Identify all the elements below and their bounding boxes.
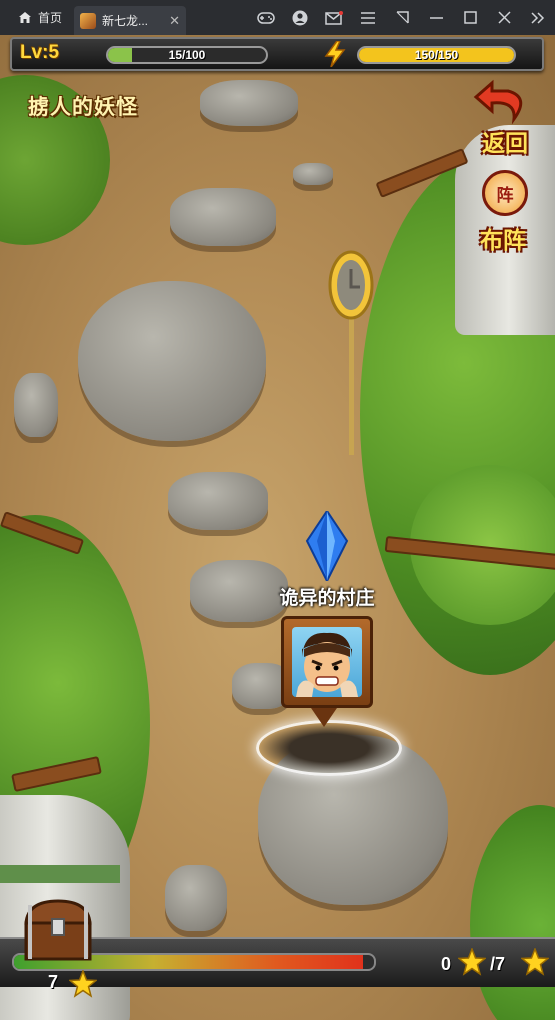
tab-home-label: 首页: [38, 11, 63, 25]
return-label: 返回: [482, 130, 528, 156]
stepping-stone: [168, 472, 268, 530]
tab-home[interactable]: 首页: [0, 0, 74, 35]
stepping-stone: [200, 80, 298, 126]
hero-avatar: [292, 627, 362, 697]
stepping-stone: [293, 163, 333, 185]
signpost-icon: [328, 250, 374, 455]
home-icon: [19, 12, 31, 23]
lightning-energy-icon: [324, 41, 346, 67]
hero-marker-pointer: [309, 705, 339, 727]
return-arrow-icon: [473, 79, 523, 125]
grass-area-bottom-right: [470, 805, 555, 1020]
energy-text: 150/150: [414, 48, 459, 62]
star-icon: [521, 948, 549, 976]
pin-window-icon[interactable]: [385, 0, 419, 35]
close-window-icon[interactable]: [487, 0, 521, 35]
user-avatar-icon[interactable]: [283, 0, 317, 35]
tab-game[interactable]: 新七龙... ✕: [74, 6, 187, 35]
stepping-stone: [14, 373, 58, 437]
earned-stars-count: 0: [441, 954, 452, 974]
blue-crystal-icon[interactable]: [305, 511, 349, 581]
star-icon: [458, 948, 486, 976]
large-boulder: [78, 281, 266, 441]
maximize-icon[interactable]: [453, 0, 487, 35]
window-title-bar: 首页 新七龙... ✕: [0, 0, 555, 35]
stepping-stone: [165, 865, 227, 931]
tab-game-label: 新七龙...: [102, 14, 149, 28]
minimize-icon[interactable]: [419, 0, 453, 35]
treasure-chest-icon[interactable]: [18, 895, 98, 965]
tab-close-icon[interactable]: ✕: [169, 13, 180, 29]
exp-bar: 15/100: [106, 46, 268, 64]
expand-sidebar-icon[interactable]: [521, 0, 555, 35]
formation-button[interactable]: 阵 布阵: [466, 170, 540, 255]
chest-star-count: 7: [48, 972, 59, 992]
energy-bar: 150/150: [357, 46, 516, 64]
star-icon: [69, 970, 97, 998]
gamepad-icon[interactable]: [249, 0, 283, 35]
formation-label: 布阵: [480, 227, 526, 253]
top-status-bar: Lv:5 15/100 150/150: [10, 37, 544, 71]
menu-icon[interactable]: [351, 0, 385, 35]
hero-portrait-marker[interactable]: [281, 616, 373, 708]
mail-icon[interactable]: [317, 0, 351, 35]
game-app-icon: [80, 12, 97, 29]
return-button[interactable]: 返回: [470, 73, 540, 158]
stage-title: 掳人的妖怪: [28, 96, 138, 119]
position-glow-ring: [256, 720, 402, 776]
exp-text: 15/100: [168, 48, 206, 62]
formation-emblem-icon: 阵: [482, 170, 528, 216]
player-level: Lv:5: [20, 42, 60, 63]
map-node-label: 诡异的村庄: [279, 588, 375, 609]
total-stars-count: /7: [490, 954, 506, 974]
stepping-stone: [170, 188, 276, 246]
